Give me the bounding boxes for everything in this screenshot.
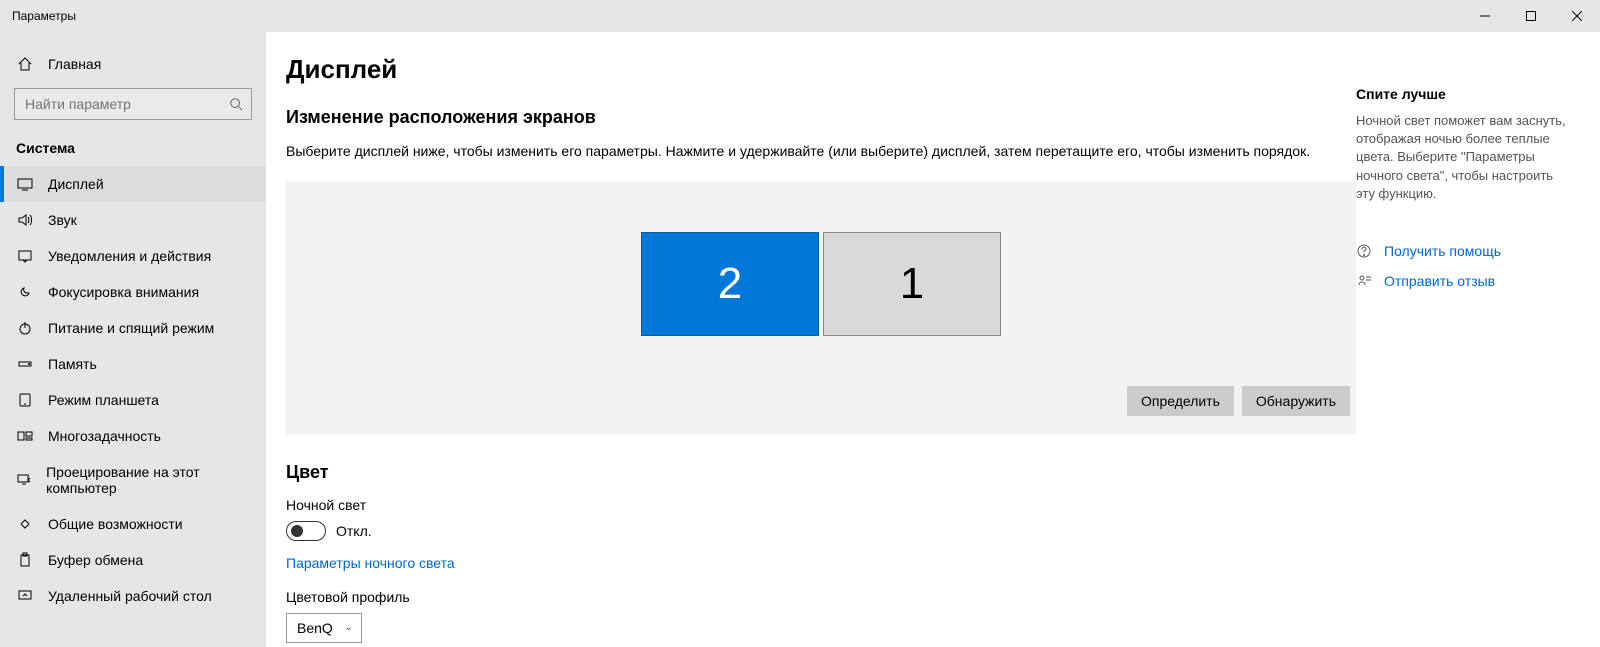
sidebar-item-multitask[interactable]: Многозадачность [0, 418, 266, 454]
maximize-button[interactable] [1508, 0, 1554, 32]
sidebar-item-label: Режим планшета [48, 392, 159, 408]
tablet-icon [16, 392, 34, 408]
monitor-1[interactable]: 1 [823, 232, 1001, 336]
arrange-heading: Изменение расположения экранов [286, 107, 1356, 128]
sidebar-item-label: Удаленный рабочий стол [48, 588, 212, 604]
sidebar-item-label: Общие возможности [48, 516, 183, 532]
arrange-description: Выберите дисплей ниже, чтобы изменить ег… [286, 142, 1356, 162]
sidebar-item-project[interactable]: Проецирование на этот компьютер [0, 454, 266, 506]
display-arrangement: 2 1 Определить Обнаружить [286, 182, 1356, 434]
color-heading: Цвет [286, 462, 1356, 483]
focus-icon [16, 284, 34, 300]
sidebar-item-power[interactable]: Питание и спящий режим [0, 310, 266, 346]
night-light-settings-link[interactable]: Параметры ночного света [286, 555, 455, 571]
window-controls [1462, 0, 1600, 32]
shared-icon [16, 516, 34, 532]
titlebar: Параметры [0, 0, 1600, 32]
sleep-better-text: Ночной свет поможет вам заснуть, отображ… [1356, 112, 1566, 203]
sidebar-item-label: Память [48, 356, 97, 372]
sidebar: Главная Система Дисплей Звук Уведом [0, 32, 266, 647]
sidebar-item-shared[interactable]: Общие возможности [0, 506, 266, 542]
sidebar-nav: Дисплей Звук Уведомления и действия Фоку… [0, 166, 266, 647]
sidebar-item-label: Многозадачность [48, 428, 161, 444]
sidebar-item-display[interactable]: Дисплей [0, 166, 266, 202]
toggle-state-label: Откл. [336, 523, 372, 539]
display-icon [16, 176, 34, 192]
sidebar-item-notifications[interactable]: Уведомления и действия [0, 238, 266, 274]
detect-button[interactable]: Обнаружить [1242, 386, 1350, 416]
night-light-label: Ночной свет [286, 497, 1356, 513]
sidebar-item-focus[interactable]: Фокусировка внимания [0, 274, 266, 310]
close-button[interactable] [1554, 0, 1600, 32]
sidebar-section-title: Система [0, 132, 266, 166]
sidebar-item-remote[interactable]: Удаленный рабочий стол [0, 578, 266, 614]
sidebar-item-storage[interactable]: Память [0, 346, 266, 382]
feedback-link[interactable]: Отправить отзыв [1356, 273, 1566, 289]
minimize-button[interactable] [1462, 0, 1508, 32]
right-pane: Спите лучше Ночной свет поможет вам засн… [1356, 54, 1586, 647]
night-light-toggle[interactable] [286, 521, 326, 541]
search-icon [221, 97, 251, 111]
sidebar-item-label: Звук [48, 212, 77, 228]
chevron-down-icon: ⌄ [344, 622, 352, 633]
remote-icon [16, 588, 34, 604]
search-input[interactable] [15, 96, 221, 112]
sidebar-item-label: Уведомления и действия [48, 248, 211, 264]
sidebar-item-tablet[interactable]: Режим планшета [0, 382, 266, 418]
color-profile-value: BenQ [297, 620, 333, 636]
sleep-better-heading: Спите лучше [1356, 86, 1566, 102]
project-icon [16, 472, 32, 488]
search-box[interactable] [14, 88, 252, 120]
feedback-label: Отправить отзыв [1384, 273, 1495, 289]
get-help-link[interactable]: Получить помощь [1356, 243, 1566, 259]
monitor-2[interactable]: 2 [641, 232, 819, 336]
toggle-knob [291, 525, 303, 537]
power-icon [16, 320, 34, 336]
get-help-label: Получить помощь [1384, 243, 1501, 259]
sidebar-item-label: Питание и спящий режим [48, 320, 214, 336]
sidebar-item-sound[interactable]: Звук [0, 202, 266, 238]
sound-icon [16, 212, 34, 228]
color-profile-label: Цветовой профиль [286, 589, 1356, 605]
multitask-icon [16, 428, 34, 444]
clipboard-icon [16, 552, 34, 568]
home-icon [16, 56, 34, 72]
feedback-icon [1356, 273, 1372, 289]
notifications-icon [16, 248, 34, 264]
help-icon [1356, 243, 1372, 259]
sidebar-item-clipboard[interactable]: Буфер обмена [0, 542, 266, 578]
sidebar-item-label: Проецирование на этот компьютер [46, 464, 250, 496]
window-title: Параметры [12, 9, 76, 23]
sidebar-item-label: Дисплей [48, 176, 104, 192]
home-label: Главная [48, 56, 101, 72]
page-title: Дисплей [286, 54, 1356, 85]
main-content: Дисплей Изменение расположения экранов В… [286, 54, 1356, 647]
home-button[interactable]: Главная [0, 46, 266, 82]
sidebar-item-label: Буфер обмена [48, 552, 143, 568]
identify-button[interactable]: Определить [1127, 386, 1234, 416]
sidebar-item-label: Фокусировка внимания [48, 284, 199, 300]
storage-icon [16, 356, 34, 372]
color-profile-select[interactable]: BenQ ⌄ [286, 613, 362, 643]
